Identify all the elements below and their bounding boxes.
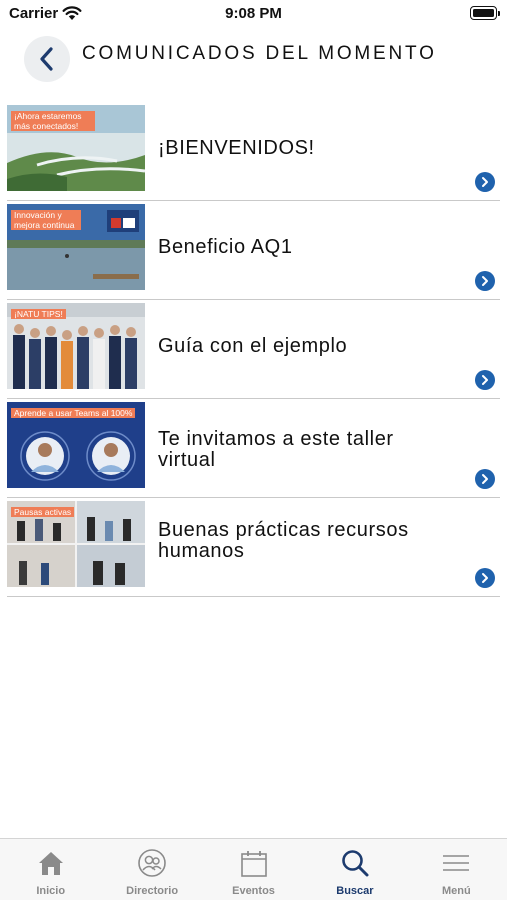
thumbnail-tag: Innovación y mejora continua xyxy=(11,210,81,230)
clock: 9:08 PM xyxy=(225,5,282,22)
item-title: Te invitamos a este taller virtual xyxy=(158,428,394,471)
people-icon xyxy=(138,849,166,877)
list-item[interactable]: Innovación y mejora continua Beneficio A… xyxy=(7,201,500,300)
page-title: COMUNICADOS DEL MOMENTO xyxy=(82,43,437,64)
item-title: Buenas prácticas recursos humanos xyxy=(158,519,409,562)
tab-buscar[interactable]: Buscar xyxy=(304,839,405,900)
item-title: ¡BIENVENIDOS! xyxy=(158,137,315,159)
tab-menu[interactable]: Menú xyxy=(406,839,507,900)
tab-label: Directorio xyxy=(126,885,179,897)
chevron-right-icon[interactable] xyxy=(475,172,495,192)
thumbnail-tag: ¡Ahora estaremos más conectados! xyxy=(11,111,95,131)
item-title: Guía con el ejemplo xyxy=(158,335,348,357)
thumbnail-tag: ¡NATU TIPS! xyxy=(11,309,66,319)
tab-directorio[interactable]: Directorio xyxy=(101,839,202,900)
thumbnail-tag: Pausas activas xyxy=(11,507,75,517)
tab-bar: Inicio Directorio Eventos Buscar Menú xyxy=(0,838,507,900)
home-icon xyxy=(38,852,63,875)
tab-label: Menú xyxy=(441,885,471,897)
tab-label: Inicio xyxy=(36,885,66,897)
thumbnail-image: Aprende a usar Teams al 100% xyxy=(7,402,145,488)
list-item[interactable]: ¡NATU TIPS! Guía con el ejemplo xyxy=(7,300,500,399)
tab-label: Buscar xyxy=(336,885,374,897)
thumbnail-image: ¡NATU TIPS! xyxy=(7,303,145,389)
chevron-left-icon xyxy=(40,47,53,71)
header: COMUNICADOS DEL MOMENTO xyxy=(0,34,507,84)
back-button[interactable] xyxy=(24,36,70,82)
status-bar: Carrier 9:08 PM xyxy=(0,0,507,28)
list-item[interactable]: Pausas activas Buenas prácticas recursos… xyxy=(7,498,500,597)
search-icon xyxy=(342,850,369,877)
chevron-right-icon[interactable] xyxy=(475,469,495,489)
chevron-right-icon[interactable] xyxy=(475,271,495,291)
calendar-icon xyxy=(240,851,267,877)
list-item[interactable]: Aprende a usar Teams al 100% Te invitamo… xyxy=(7,399,500,498)
item-title: Beneficio AQ1 xyxy=(158,236,293,258)
chevron-right-icon[interactable] xyxy=(475,370,495,390)
thumbnail-image: Innovación y mejora continua xyxy=(7,204,145,290)
thumbnail-image: Pausas activas xyxy=(7,501,145,587)
list-item[interactable]: ¡Ahora estaremos más conectados! ¡BIENVE… xyxy=(7,102,500,201)
announcement-list: ¡Ahora estaremos más conectados! ¡BIENVE… xyxy=(7,102,500,597)
thumbnail-tag: Aprende a usar Teams al 100% xyxy=(11,408,136,418)
tab-label: Eventos xyxy=(232,885,275,897)
battery-icon xyxy=(470,6,500,20)
thumbnail-image: ¡Ahora estaremos más conectados! xyxy=(7,105,145,191)
chevron-right-icon[interactable] xyxy=(475,568,495,588)
menu-icon xyxy=(443,855,470,871)
tab-inicio[interactable]: Inicio xyxy=(0,839,101,900)
tab-eventos[interactable]: Eventos xyxy=(203,839,304,900)
